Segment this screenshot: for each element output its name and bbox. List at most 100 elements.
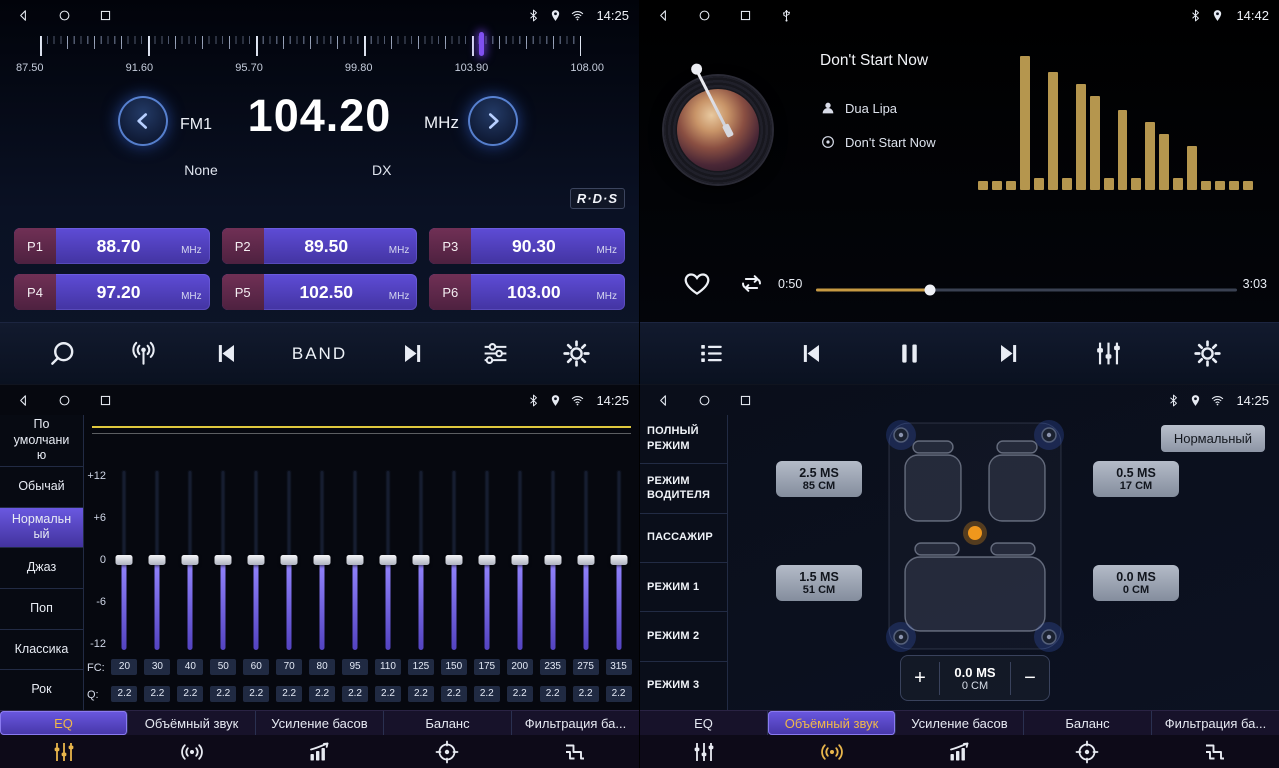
gain-slider[interactable] — [148, 470, 166, 650]
bass-tab-icon[interactable] — [256, 740, 384, 764]
next-icon[interactable] — [399, 339, 428, 368]
audio-tab[interactable]: Фильтрация ба... — [512, 711, 639, 735]
field-mode-item[interactable]: ПОЛНЫЙ РЕЖИМ — [640, 415, 727, 464]
scan-icon[interactable] — [48, 339, 77, 368]
field-mode-item[interactable]: РЕЖИМ ВОДИТЕЛЯ — [640, 464, 727, 513]
preset-button[interactable]: P3 90.30 MHz — [429, 228, 625, 264]
preset-button[interactable]: P1 88.70 MHz — [14, 228, 210, 264]
slider-handle[interactable] — [248, 555, 265, 565]
recents-icon[interactable] — [738, 8, 753, 23]
slider-handle[interactable] — [215, 555, 232, 565]
gain-slider[interactable] — [544, 470, 562, 650]
equalizer-icon[interactable] — [481, 339, 510, 368]
audio-tab[interactable]: EQ — [640, 711, 768, 735]
gain-slider[interactable] — [346, 470, 364, 650]
recents-icon[interactable] — [98, 8, 113, 23]
filter-tab-icon[interactable] — [511, 740, 639, 764]
field-mode-item[interactable]: РЕЖИМ 1 — [640, 563, 727, 612]
preset-button[interactable]: P4 97.20 MHz — [14, 274, 210, 310]
audio-tab[interactable]: Объёмный звук — [768, 711, 896, 735]
slider-handle[interactable] — [544, 555, 561, 565]
delay-rear-left-button[interactable]: 1.5 MS 51 CM — [776, 565, 862, 601]
eq-preset-item[interactable]: Классика — [0, 630, 83, 671]
slider-handle[interactable] — [116, 555, 133, 565]
frequency-ruler[interactable] — [40, 36, 581, 58]
audio-tab[interactable]: EQ — [0, 711, 128, 735]
delay-front-left-button[interactable]: 2.5 MS 85 CM — [776, 461, 862, 497]
playlist-icon[interactable] — [697, 339, 726, 368]
balance-tab-icon[interactable] — [383, 740, 511, 764]
audio-tab[interactable]: Баланс — [1024, 711, 1152, 735]
increase-button[interactable]: + — [901, 667, 939, 690]
audio-tab[interactable]: Объёмный звук — [128, 711, 256, 735]
field-mode-item[interactable]: ПАССАЖИР — [640, 514, 727, 563]
settings-gear-icon[interactable] — [562, 339, 591, 368]
slider-handle[interactable] — [478, 555, 495, 565]
eq-preset-item[interactable]: Обычай — [0, 467, 83, 508]
balance-tab-icon[interactable] — [1023, 740, 1151, 764]
eq-tab-icon[interactable] — [640, 740, 768, 764]
repeat-icon[interactable] — [738, 270, 765, 297]
recents-icon[interactable] — [98, 393, 113, 408]
audio-tab[interactable]: Усиление басов — [896, 711, 1024, 735]
gain-slider[interactable] — [577, 470, 595, 650]
surround-tab-icon[interactable] — [128, 740, 256, 764]
slider-handle[interactable] — [412, 555, 429, 565]
frequency-pointer[interactable] — [479, 32, 484, 56]
field-mode-item[interactable]: РЕЖИМ 3 — [640, 662, 727, 710]
gain-slider[interactable] — [610, 470, 628, 650]
slider-handle[interactable] — [445, 555, 462, 565]
home-icon[interactable] — [697, 393, 712, 408]
eq-preset-item[interactable]: Поп — [0, 589, 83, 630]
eq-preset-item[interactable]: Джаз — [0, 548, 83, 589]
gain-slider[interactable] — [280, 470, 298, 650]
eq-preset-item[interactable]: Нормальный — [0, 508, 83, 549]
gain-slider[interactable] — [379, 470, 397, 650]
bass-tab-icon[interactable] — [896, 740, 1024, 764]
audio-tab[interactable]: Усиление басов — [256, 711, 384, 735]
back-icon[interactable] — [656, 8, 671, 23]
recents-icon[interactable] — [738, 393, 753, 408]
seek-thumb[interactable] — [924, 285, 935, 296]
settings-gear-icon[interactable] — [1193, 339, 1222, 368]
gain-slider[interactable] — [478, 470, 496, 650]
gain-slider[interactable] — [445, 470, 463, 650]
home-icon[interactable] — [57, 393, 72, 408]
gain-slider[interactable] — [214, 470, 232, 650]
slider-handle[interactable] — [149, 555, 166, 565]
gain-slider[interactable] — [313, 470, 331, 650]
previous-icon[interactable] — [796, 339, 825, 368]
eq-preset-item[interactable]: По умолчанию — [0, 415, 83, 467]
slider-handle[interactable] — [314, 555, 331, 565]
home-icon[interactable] — [57, 8, 72, 23]
back-icon[interactable] — [16, 393, 31, 408]
eq-tab-icon[interactable] — [0, 740, 128, 764]
gain-slider[interactable] — [247, 470, 265, 650]
slider-handle[interactable] — [511, 555, 528, 565]
preset-button[interactable]: P2 89.50 MHz — [222, 228, 418, 264]
slider-handle[interactable] — [577, 555, 594, 565]
surround-tab-icon[interactable] — [768, 740, 896, 764]
gain-slider[interactable] — [511, 470, 529, 650]
tune-up-button[interactable] — [468, 96, 518, 146]
broadcast-icon[interactable] — [129, 339, 158, 368]
decrease-button[interactable]: − — [1011, 667, 1049, 690]
mixer-icon[interactable] — [1094, 339, 1123, 368]
gain-slider[interactable] — [412, 470, 430, 650]
slider-handle[interactable] — [281, 555, 298, 565]
gain-slider[interactable] — [115, 470, 133, 650]
slider-handle[interactable] — [347, 555, 364, 565]
back-icon[interactable] — [656, 393, 671, 408]
audio-tab[interactable]: Фильтрация ба... — [1152, 711, 1279, 735]
gain-slider[interactable] — [181, 470, 199, 650]
preset-button[interactable]: P5 102.50 MHz — [222, 274, 418, 310]
surround-preset-button[interactable]: Нормальный — [1161, 425, 1265, 452]
slider-handle[interactable] — [182, 555, 199, 565]
next-icon[interactable] — [995, 339, 1024, 368]
favorite-icon[interactable] — [682, 268, 712, 298]
field-mode-item[interactable]: РЕЖИМ 2 — [640, 612, 727, 661]
pause-icon[interactable] — [895, 339, 924, 368]
home-icon[interactable] — [697, 8, 712, 23]
audio-tab[interactable]: Баланс — [384, 711, 512, 735]
eq-preset-item[interactable]: Рок — [0, 670, 83, 710]
